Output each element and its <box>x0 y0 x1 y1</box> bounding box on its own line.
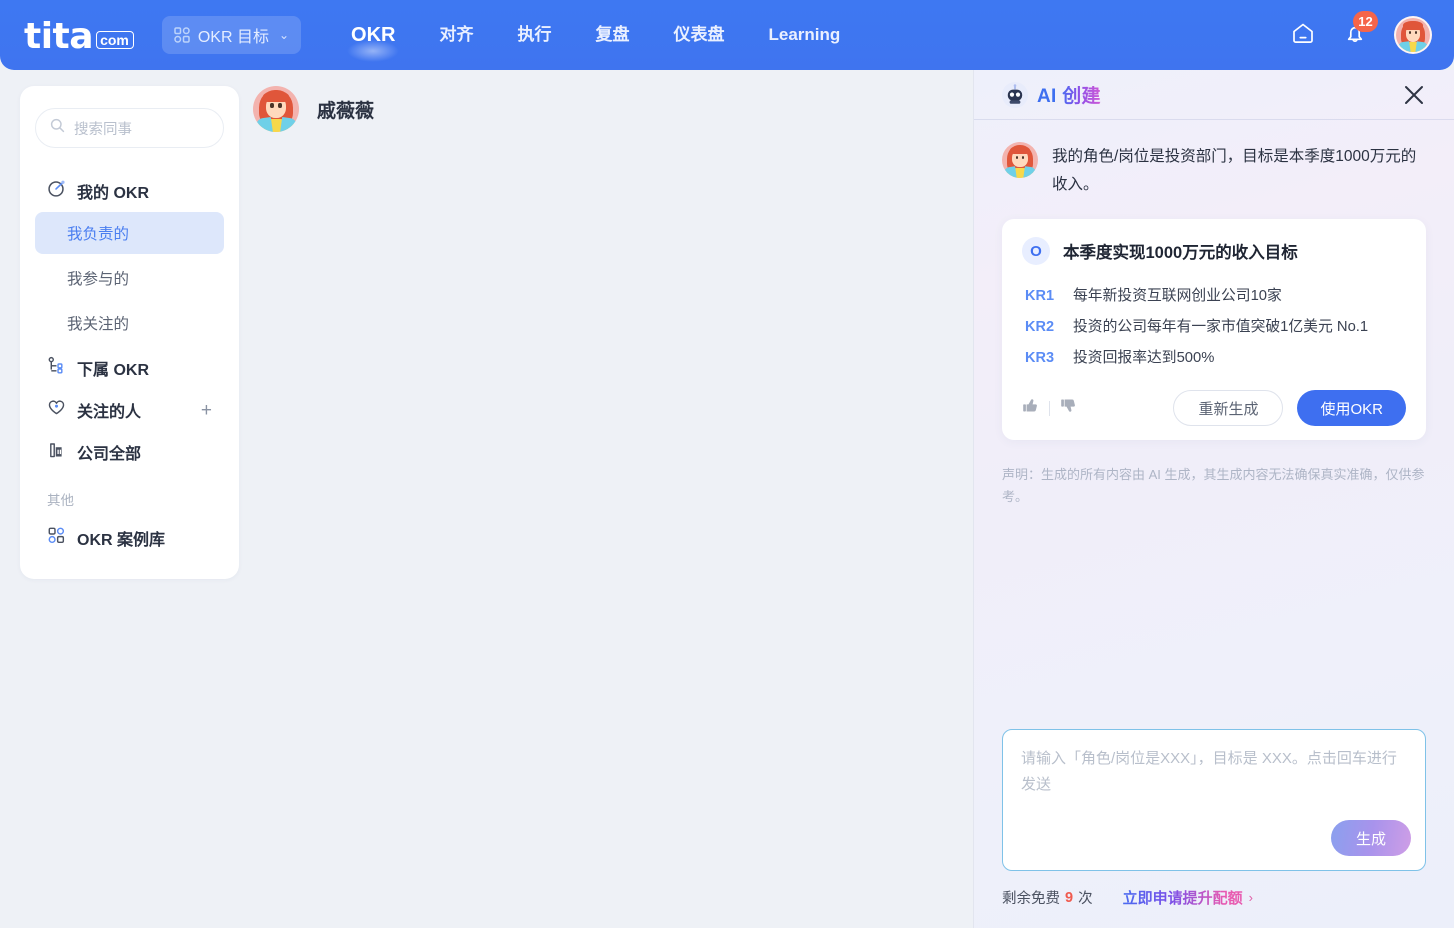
org-tree-icon <box>47 356 66 380</box>
logo-domain-text: com <box>96 31 134 49</box>
nav-item-learning[interactable]: Learning <box>747 0 863 70</box>
ai-panel-title-prefix: AI <box>1037 86 1063 107</box>
notification-count-badge: 12 <box>1353 10 1378 32</box>
regenerate-button[interactable]: 重新生成 <box>1173 390 1284 426</box>
logo-text: tita <box>24 16 94 57</box>
chevron-right-icon: › <box>1248 890 1253 905</box>
main-content-area: 戚薇薇 <box>253 86 964 132</box>
key-result-row: KR1 每年新投资互联网创业公司10家 <box>1022 279 1406 310</box>
objective-text: 本季度实现1000万元的收入目标 <box>1063 244 1298 262</box>
key-result-text: 投资回报率达到500% <box>1073 350 1215 366</box>
key-result-text: 投资的公司每年有一家市值突破1亿美元 No.1 <box>1073 319 1369 335</box>
search-input[interactable]: 搜索同事 <box>35 108 224 148</box>
top-navigation-bar: tita com OKR 目标 ⌄ OKR 对齐 执行 复盘 仪表盘 Learn… <box>0 0 1454 70</box>
current-user-header: 戚薇薇 <box>253 86 964 132</box>
thumbs-down-icon[interactable] <box>1060 397 1077 419</box>
generate-button[interactable]: 生成 <box>1331 820 1411 856</box>
divider <box>1049 400 1050 416</box>
sidebar-item-okr-case-library[interactable]: OKR 案例库 <box>35 517 224 559</box>
sidebar-item-owned-by-me[interactable]: 我负责的 <box>35 212 224 254</box>
ai-card-actions: 重新生成 使用OKR <box>1022 388 1406 426</box>
grid-icon <box>47 526 66 550</box>
okr-goal-selector[interactable]: OKR 目标 ⌄ <box>161 16 302 54</box>
app-logo[interactable]: tita com <box>24 16 134 57</box>
objective-row: O 本季度实现1000万元的收入目标 <box>1022 237 1406 265</box>
nav-links: OKR 对齐 执行 复盘 仪表盘 Learning <box>329 0 862 70</box>
ai-user-message-text: 我的角色/岗位是投资部门，目标是本季度1000万元的收入。 <box>1052 148 1417 193</box>
sidebar-item-my-okr-label: 我的 OKR <box>77 185 150 202</box>
feedback-controls <box>1022 397 1077 419</box>
sidebar-section-other-label: 其他 <box>47 493 74 508</box>
sidebar-group-my-okr: 我的 OKR 我负责的 我参与的 我关注的 <box>35 170 224 344</box>
heart-icon <box>47 398 66 422</box>
key-result-row: KR2 投资的公司每年有一家市值突破1亿美元 No.1 <box>1022 310 1406 341</box>
sidebar-item-following[interactable]: 我关注的 <box>35 302 224 344</box>
use-okr-button[interactable]: 使用OKR <box>1297 390 1406 426</box>
ai-conversation-body: 我的角色/岗位是投资部门，目标是本季度1000万元的收入。 O 本季度实现100… <box>974 120 1454 729</box>
quota-suffix-label: 次 <box>1078 891 1093 907</box>
ai-panel-title-suffix: 创建 <box>1062 86 1101 107</box>
building-icon <box>47 440 66 464</box>
chevron-down-icon: ⌄ <box>278 28 290 42</box>
key-result-tag: KR1 <box>1025 288 1055 304</box>
search-icon <box>50 118 65 138</box>
ai-prompt-input[interactable]: 请输入「角色/岗位是XXX」，目标是 XXX。点击回车进行发送 生成 <box>1002 729 1426 871</box>
key-result-row: KR3 投资回报率达到500% <box>1022 341 1406 372</box>
home-icon[interactable] <box>1290 20 1316 51</box>
key-result-tag: KR2 <box>1025 319 1055 335</box>
key-result-text: 每年新投资互联网创业公司10家 <box>1073 288 1282 304</box>
sidebar-item-subordinate-okr[interactable]: 下属 OKR <box>35 347 224 389</box>
avatar[interactable] <box>1394 16 1432 54</box>
nav-item-dashboard[interactable]: 仪表盘 <box>652 0 747 70</box>
sidebar-item-company-all-label: 公司全部 <box>77 446 142 463</box>
nav-item-review[interactable]: 复盘 <box>574 0 652 70</box>
ai-panel-footer: 请输入「角色/岗位是XXX」，目标是 XXX。点击回车进行发送 生成 剩余免费 … <box>974 729 1454 928</box>
key-result-tag: KR3 <box>1025 350 1055 366</box>
ai-user-message: 我的角色/岗位是投资部门，目标是本季度1000万元的收入。 <box>1002 142 1426 199</box>
nav-item-execution[interactable]: 执行 <box>496 0 574 70</box>
objective-badge: O <box>1022 237 1050 265</box>
ai-prompt-input-placeholder: 请输入「角色/岗位是XXX」，目标是 XXX。点击回车进行发送 <box>1021 750 1397 793</box>
ai-panel-header: AI 创建 <box>974 70 1454 120</box>
ai-panel-title: AI 创建 <box>1037 81 1101 108</box>
add-followed-person-button[interactable]: + <box>201 401 212 420</box>
sidebar-item-company-all[interactable]: 公司全部 <box>35 431 224 473</box>
sidebar-item-subordinate-okr-label: 下属 OKR <box>77 362 150 379</box>
bell-icon[interactable]: 12 <box>1342 10 1378 51</box>
okr-goal-selector-label: OKR 目标 <box>197 29 269 46</box>
grid-icon <box>174 27 190 43</box>
search-input-placeholder: 搜索同事 <box>74 121 132 138</box>
sidebar-item-followed-people[interactable]: 关注的人 + <box>35 389 224 431</box>
ai-generated-okr-card: O 本季度实现1000万元的收入目标 KR1 每年新投资互联网创业公司10家 K… <box>1002 219 1426 440</box>
close-icon[interactable] <box>1402 83 1426 107</box>
quota-prefix-label: 剩余免费 <box>1002 891 1060 907</box>
page-title: 戚薇薇 <box>317 100 375 122</box>
avatar <box>1002 142 1038 178</box>
sidebar-item-followed-people-label: 关注的人 <box>77 404 142 421</box>
ai-disclaimer-text: 声明：生成的所有内容由 AI 生成，其生成内容无法确保真实准确，仅供参考。 <box>1002 467 1425 504</box>
quota-count: 9 <box>1065 889 1074 906</box>
target-icon <box>47 179 66 203</box>
sidebar-item-okr-case-library-label: OKR 案例库 <box>77 532 166 549</box>
request-quota-increase-link[interactable]: 立即申请提升配额 <box>1123 887 1243 908</box>
left-sidebar: 搜索同事 我的 OKR 我负责的 我参与的 我关注的 下属 OKR 关注的人 +… <box>20 86 239 579</box>
thumbs-up-icon[interactable] <box>1022 397 1039 419</box>
nav-item-alignment[interactable]: 对齐 <box>418 0 496 70</box>
sidebar-item-participating[interactable]: 我参与的 <box>35 257 224 299</box>
nav-item-okr[interactable]: OKR <box>329 0 417 70</box>
nav-right-actions: 12 <box>1290 10 1432 54</box>
quota-bar: 剩余免费 9 次 立即申请提升配额 › <box>1002 887 1426 908</box>
sidebar-item-my-okr[interactable]: 我的 OKR <box>35 170 224 212</box>
robot-icon <box>1002 81 1028 108</box>
avatar[interactable] <box>253 86 299 132</box>
ai-create-panel: AI 创建 我的角色/岗位是投资部门，目标是本季度1000万元的收入。 O 本季… <box>973 70 1454 928</box>
